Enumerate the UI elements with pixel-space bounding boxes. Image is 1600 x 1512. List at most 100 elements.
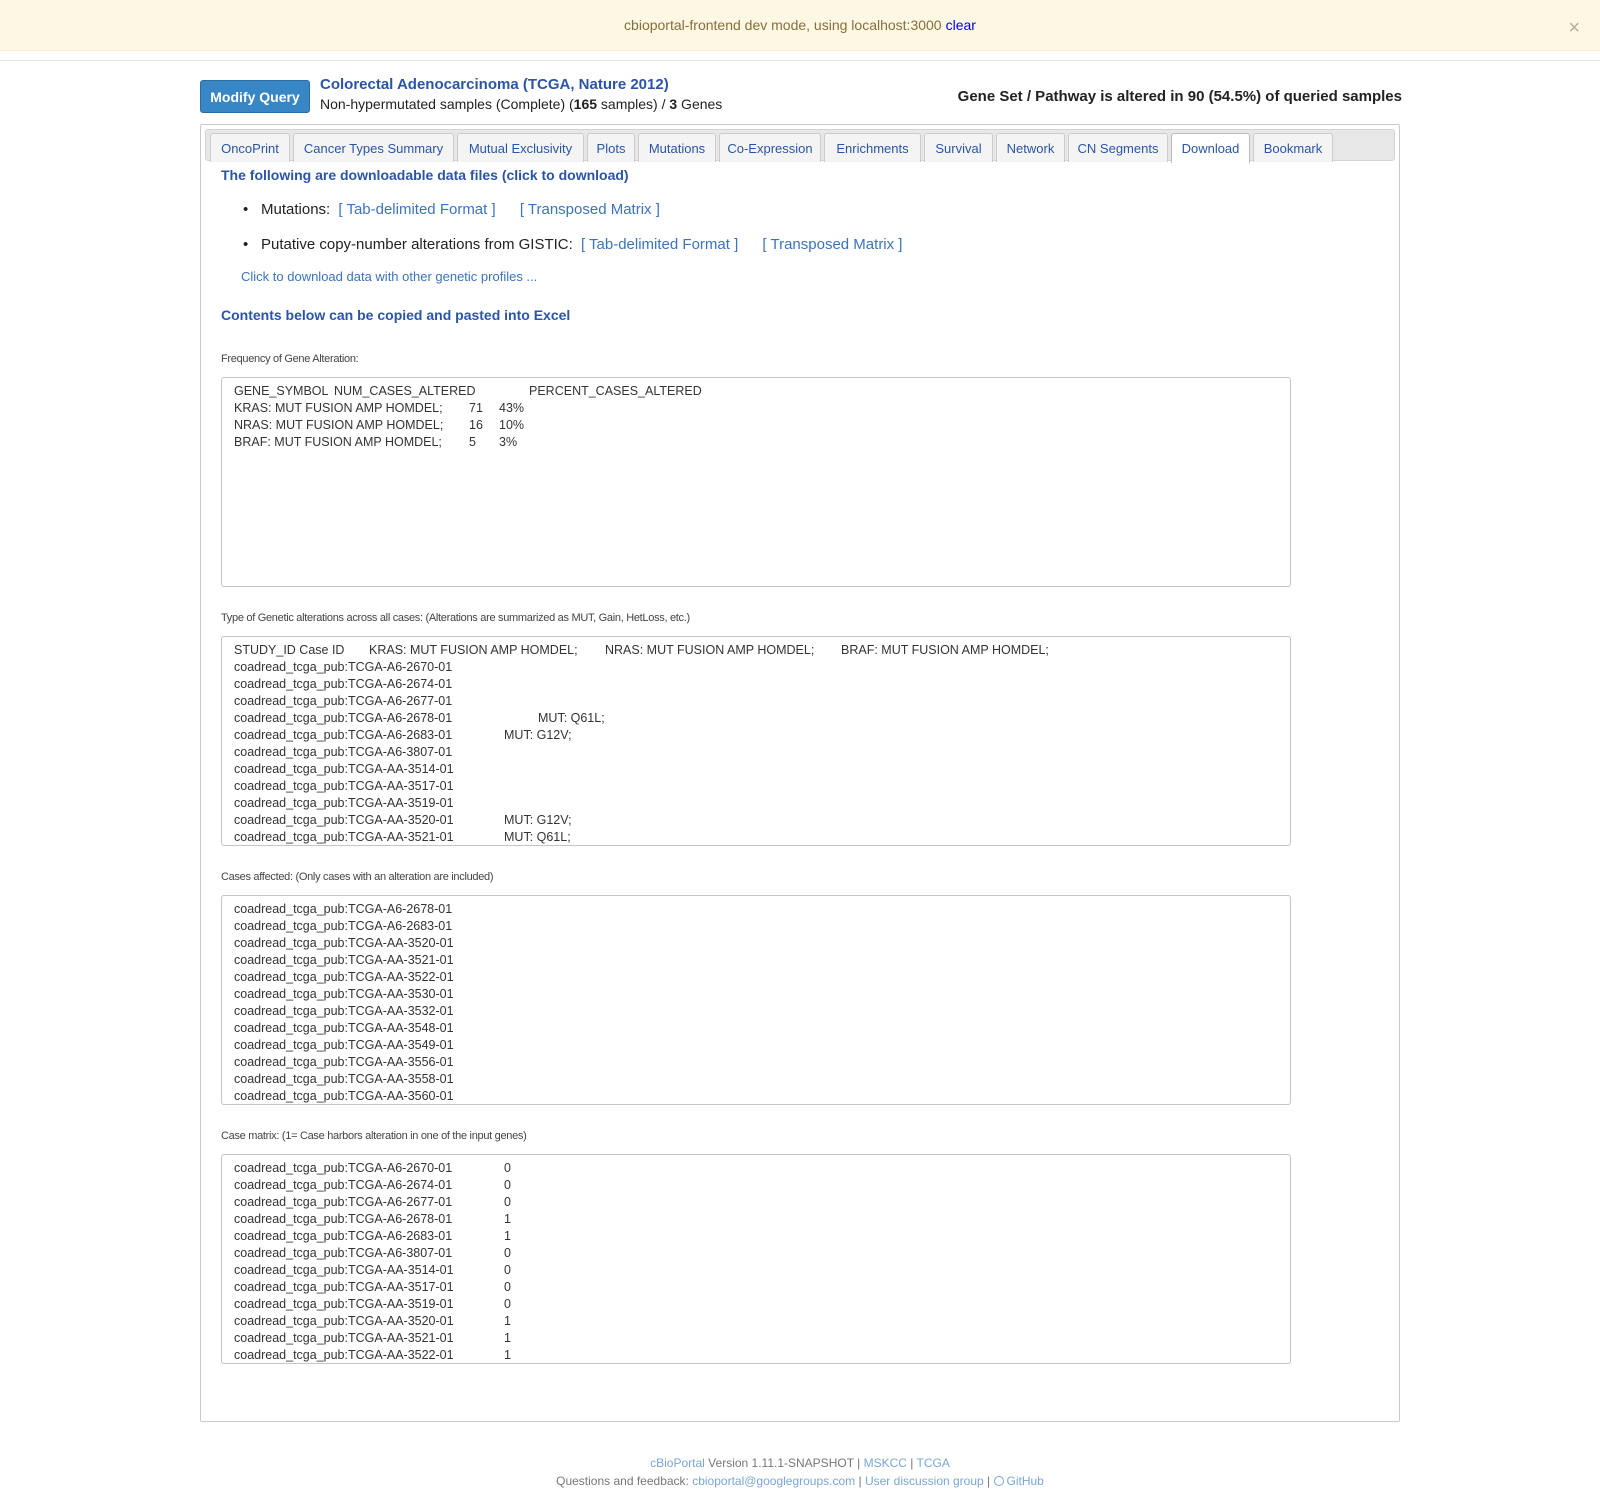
cell: 0 — [504, 1178, 511, 1192]
cell: BRAF: MUT FUSION AMP HOMDEL; — [234, 435, 442, 449]
cell: coadread_tcga_pub:TCGA-AA-3517-01 — [234, 779, 454, 793]
header-cell: NRAS: MUT FUSION AMP HOMDEL; — [605, 643, 815, 657]
mskcc-link[interactable]: MSKCC — [864, 1456, 907, 1470]
cell: coadread_tcga_pub:TCGA-A6-3807-01 — [234, 1246, 453, 1260]
cases-affected-textarea[interactable]: coadread_tcga_pub:TCGA-A6-2678-01 coadre… — [221, 895, 1291, 1105]
close-icon[interactable]: × — [1568, 18, 1580, 38]
matrix-row: coadread_tcga_pub:TCGA-AA-3522-01 1 — [234, 1348, 1278, 1363]
tab-enrichments[interactable]: Enrichments — [824, 133, 921, 162]
alteration-row: coadread_tcga_pub:TCGA-AA-3517-01 — [234, 779, 1278, 796]
frequency-header-row: GENE_SYMBOL NUM_CASES_ALTERED PERCENT_CASE… — [234, 384, 1278, 401]
cell: MUT: G12V; — [504, 813, 572, 827]
matrix-row: coadread_tcga_pub:TCGA-A6-3807-01 0 — [234, 1246, 1278, 1263]
case-row: coadread_tcga_pub:TCGA-AA-3520-01 — [234, 936, 454, 950]
matrix-row: coadread_tcga_pub:TCGA-A6-2677-01 0 — [234, 1195, 1278, 1212]
email-link[interactable]: cbioportal@googlegroups.com — [692, 1474, 855, 1488]
tab-co-expression[interactable]: Co-Expression — [719, 133, 821, 162]
alteration-row: coadread_tcga_pub:TCGA-A6-2674-01 — [234, 677, 1278, 694]
download-item-mutations: Mutations: [ Tab-delimited Format ] [ Tr… — [241, 201, 918, 236]
cell: coadread_tcga_pub:TCGA-A6-2683-01 — [234, 728, 453, 742]
user-group-link[interactable]: User discussion group — [865, 1474, 984, 1488]
alteration-types-label: Type of Genetic alterations across all c… — [221, 612, 690, 624]
divider — [0, 60, 1600, 61]
cna-transposed-matrix-link[interactable]: [ Transposed Matrix ] — [762, 236, 902, 253]
cell: 0 — [504, 1195, 511, 1209]
frequency-row: BRAF: MUT FUSION AMP HOMDEL; 5 3% — [234, 435, 1278, 452]
cell: coadread_tcga_pub:TCGA-A6-2674-01 — [234, 1178, 453, 1192]
download-item-label: Putative copy-number alterations from GI… — [261, 236, 573, 253]
tab-network[interactable]: Network — [996, 133, 1065, 162]
altered-summary: Gene Set / Pathway is altered in 90 (54.… — [957, 88, 1402, 105]
case-matrix-textarea[interactable]: coadread_tcga_pub:TCGA-A6-2670-01 0 coadr… — [221, 1154, 1291, 1364]
tab-bookmark[interactable]: Bookmark — [1253, 133, 1333, 162]
case-row: coadread_tcga_pub:TCGA-AA-3521-01 — [234, 953, 454, 967]
matrix-row: coadread_tcga_pub:TCGA-A6-2678-01 1 — [234, 1212, 1278, 1229]
frequency-textarea[interactable]: GENE_SYMBOL NUM_CASES_ALTERED PERCENT_CASE… — [221, 377, 1291, 587]
alteration-row: coadread_tcga_pub:TCGA-AA-3521-01 MUT: Q6… — [234, 830, 1278, 845]
cell: coadread_tcga_pub:TCGA-AA-3521-01 — [234, 1331, 454, 1345]
download-item-cna: Putative copy-number alterations from GI… — [241, 236, 918, 271]
other-profiles-link[interactable]: Click to download data with other geneti… — [241, 269, 537, 284]
separator: | — [906, 1456, 917, 1470]
cases-affected-label: Cases affected: (Only cases with an alte… — [221, 871, 494, 883]
tab-mutations[interactable]: Mutations — [638, 133, 716, 162]
github-link[interactable]: GitHub — [1007, 1474, 1044, 1488]
alteration-row: coadread_tcga_pub:TCGA-A6-3807-01 — [234, 745, 1278, 762]
clear-link[interactable]: clear — [946, 17, 976, 33]
cell: 43% — [499, 401, 525, 415]
tcga-link[interactable]: TCGA — [917, 1456, 950, 1470]
gene-count: 3 — [669, 96, 678, 112]
separator: | — [983, 1474, 994, 1488]
cna-tab-delimited-link[interactable]: [ Tab-delimited Format ] — [581, 236, 738, 253]
tab-survival[interactable]: Survival — [924, 133, 993, 162]
mutations-transposed-matrix-link[interactable]: [ Transposed Matrix ] — [520, 201, 660, 218]
cell: coadread_tcga_pub:TCGA-AA-3514-01 — [234, 762, 454, 776]
tab-plots[interactable]: Plots — [587, 133, 635, 162]
mutations-tab-delimited-link[interactable]: [ Tab-delimited Format ] — [338, 201, 495, 218]
footer: cBioPortal Version 1.11.1-SNAPSHOT | MSK… — [0, 1456, 1600, 1492]
cell: coadread_tcga_pub:TCGA-AA-3514-01 — [234, 1263, 454, 1277]
cell — [504, 677, 538, 694]
study-sub-middle: samples) / — [597, 96, 670, 112]
cell — [504, 694, 538, 711]
case-row: coadread_tcga_pub:TCGA-AA-3556-01 — [234, 1055, 454, 1069]
study-sub-suffix: Genes — [677, 96, 723, 112]
tab-cancer-types-summary[interactable]: Cancer Types Summary — [293, 133, 454, 162]
cell: 1 — [504, 1348, 511, 1362]
tab-mutual-exclusivity[interactable]: Mutual Exclusivity — [457, 133, 584, 162]
cbioportal-link[interactable]: cBioPortal — [650, 1456, 705, 1470]
tab-download[interactable]: Download — [1171, 133, 1250, 163]
downloads-title: The following are downloadable data file… — [221, 167, 629, 183]
study-sub-prefix: Non-hypermutated samples (Complete) ( — [320, 96, 574, 112]
alteration-types-textarea[interactable]: STUDY_ID Case ID KRAS: MUT FUSION AMP HOM… — [221, 636, 1291, 846]
case-row: coadread_tcga_pub:TCGA-AA-3532-01 — [234, 1004, 454, 1018]
cell: coadread_tcga_pub:TCGA-A6-2670-01 — [234, 1161, 453, 1175]
cell: 1 — [504, 1212, 511, 1226]
tab-cn-segments[interactable]: CN Segments — [1068, 133, 1168, 162]
cell: coadread_tcga_pub:TCGA-A6-3807-01 — [234, 745, 453, 759]
cell — [504, 745, 538, 762]
frequency-row: KRAS: MUT FUSION AMP HOMDEL; 71 43% — [234, 401, 1278, 418]
cell: coadread_tcga_pub:TCGA-A6-2670-01 — [234, 660, 453, 674]
tab-oncoprint[interactable]: OncoPrint — [210, 133, 290, 162]
matrix-row: coadread_tcga_pub:TCGA-AA-3519-01 0 — [234, 1297, 1278, 1314]
alteration-row: coadread_tcga_pub:TCGA-AA-3514-01 — [234, 762, 1278, 779]
cell: MUT: Q61L; — [504, 830, 571, 844]
case-row: coadread_tcga_pub:TCGA-AA-3549-01 — [234, 1038, 454, 1052]
study-subtitle: Non-hypermutated samples (Complete) (165… — [320, 96, 722, 112]
alteration-row: coadread_tcga_pub:TCGA-AA-3519-01 — [234, 796, 1278, 813]
header-cell: PERCENT_CASES_ALTERED — [529, 384, 702, 398]
cell: 1 — [504, 1331, 511, 1345]
cell: 16 — [469, 418, 483, 432]
matrix-row: coadread_tcga_pub:TCGA-A6-2670-01 0 — [234, 1161, 1278, 1178]
footer-version-line: cBioPortal Version 1.11.1-SNAPSHOT | MSK… — [0, 1456, 1600, 1474]
cell: coadread_tcga_pub:TCGA-AA-3517-01 — [234, 1280, 454, 1294]
cell: 0 — [504, 1280, 511, 1294]
frequency-label: Frequency of Gene Alteration: — [221, 353, 359, 365]
alteration-row: coadread_tcga_pub:TCGA-A6-2677-01 — [234, 694, 1278, 711]
study-title-link[interactable]: Colorectal Adenocarcinoma (TCGA, Nature … — [320, 76, 669, 93]
cell: MUT: G12V; — [504, 728, 572, 742]
modify-query-button[interactable]: Modify Query — [200, 80, 310, 113]
cell: coadread_tcga_pub:TCGA-A6-2677-01 — [234, 694, 453, 708]
tab-bar: OncoPrint Cancer Types Summary Mutual Ex… — [205, 129, 1395, 163]
